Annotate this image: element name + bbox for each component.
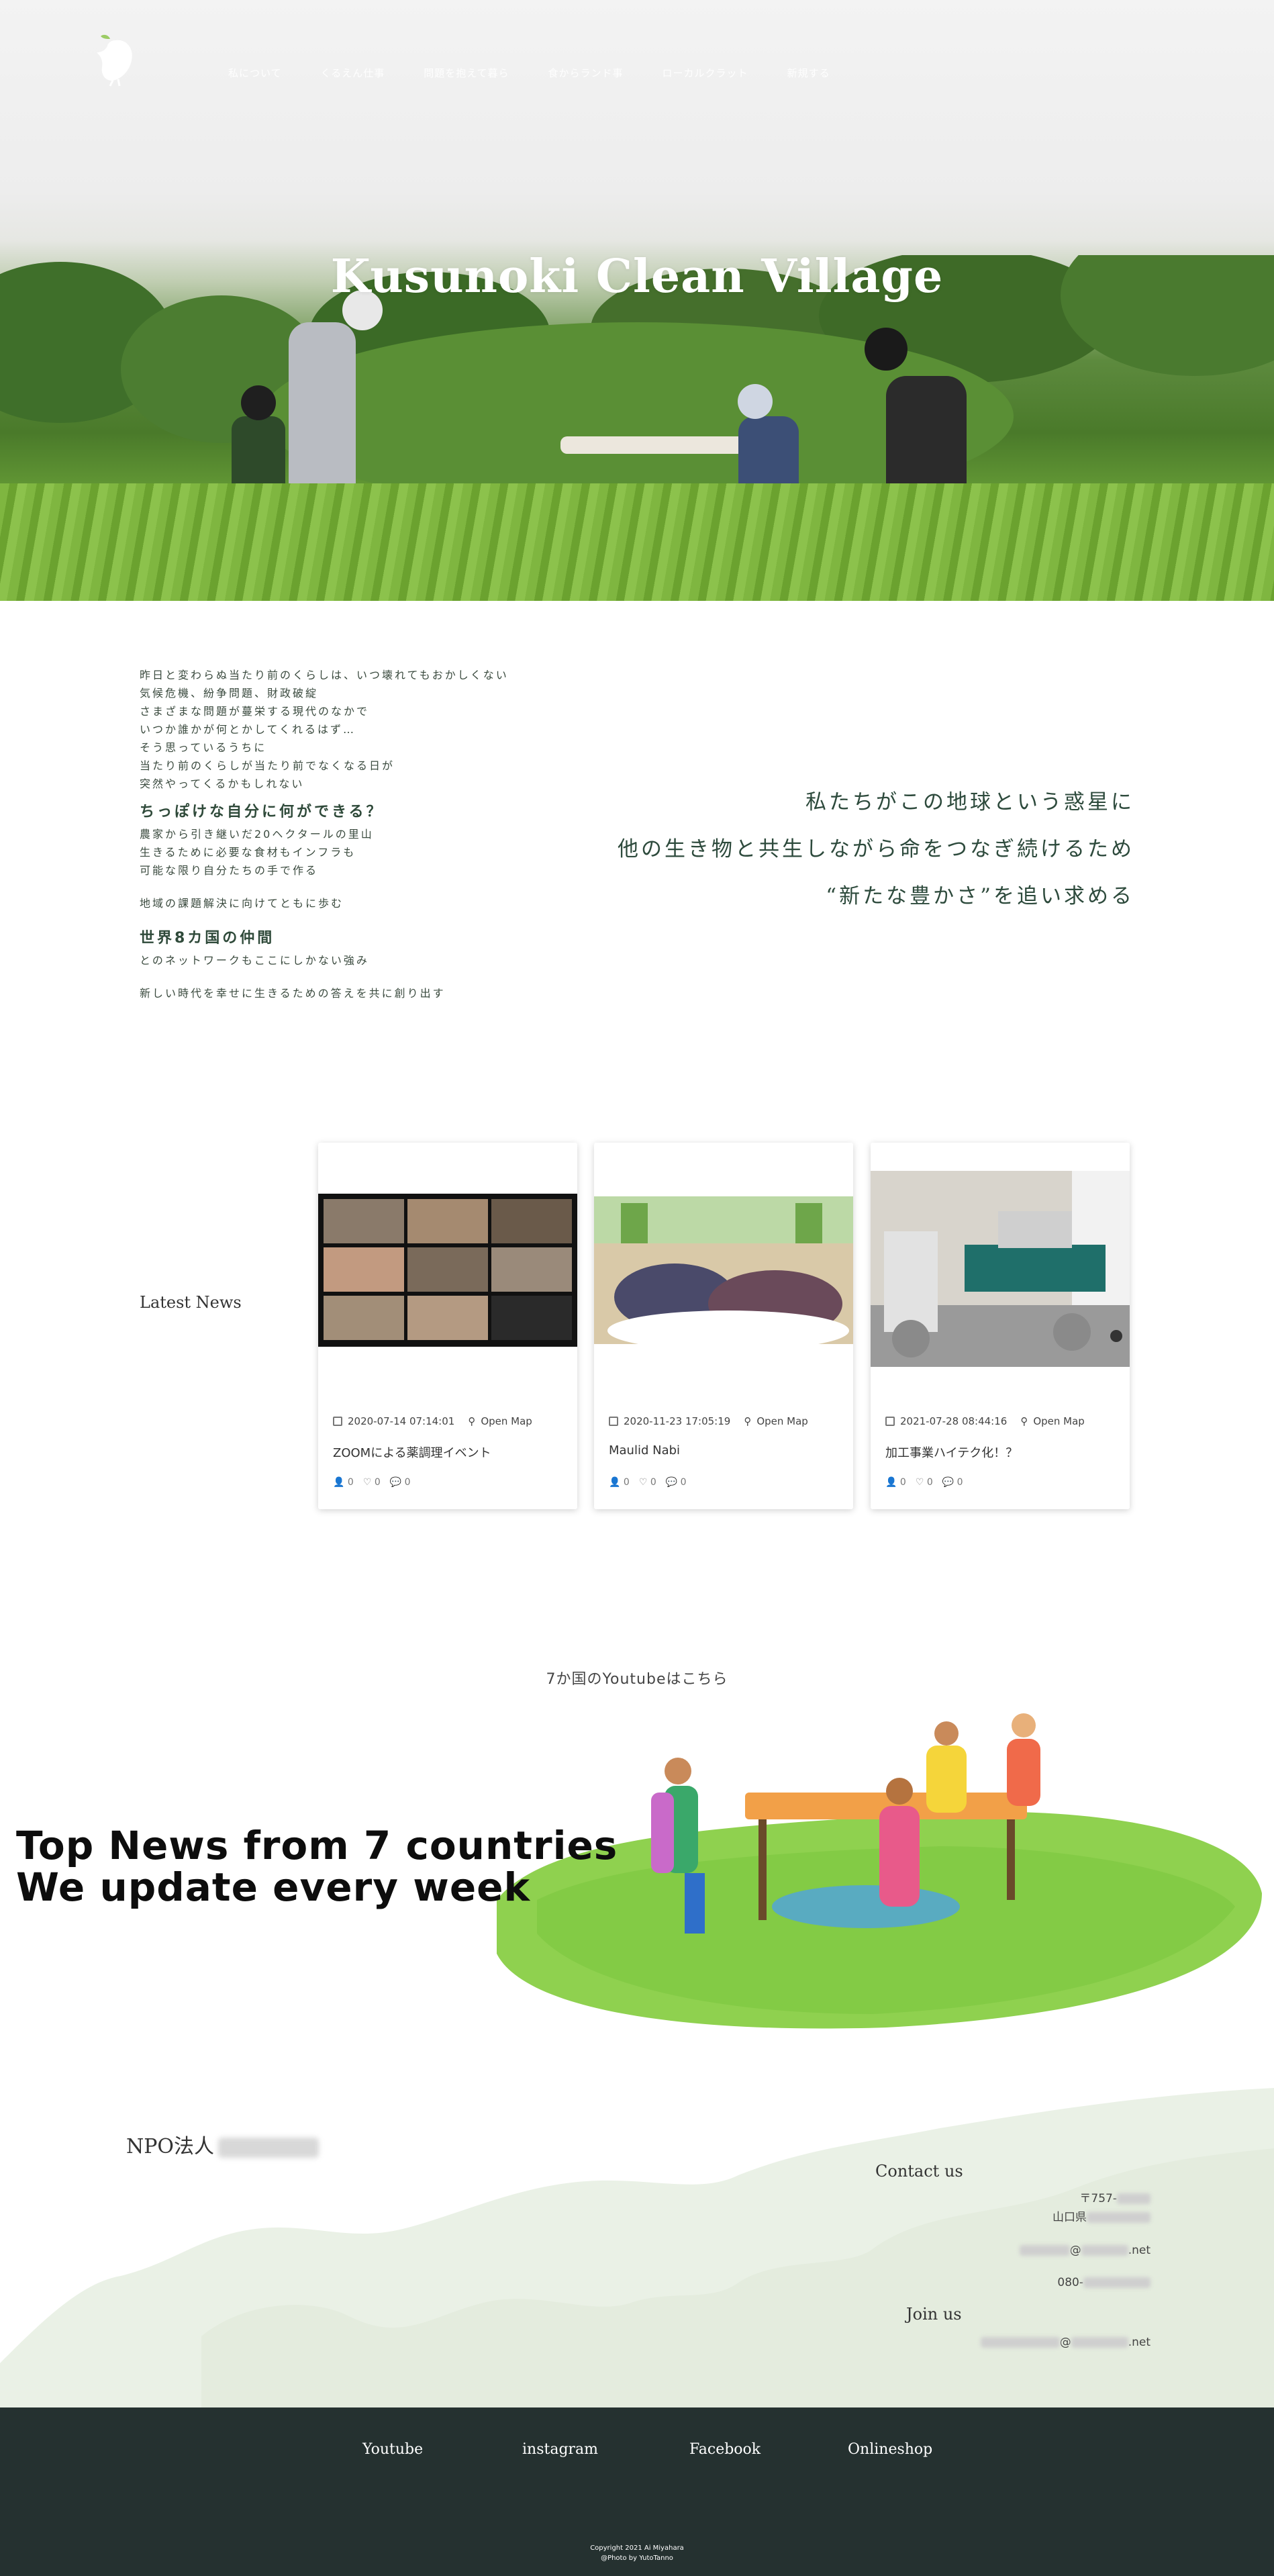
footer: Youtube instagram Facebook Onlineshop Co… <box>0 2407 1274 2576</box>
news-card-image[interactable] <box>594 1196 853 1344</box>
intro-line: 農家から引き継いだ20ヘクタールの里山 <box>140 828 374 841</box>
news-card-title[interactable]: Maulid Nabi <box>609 1443 680 1458</box>
intro-heading: 世界8カ国の仲間 <box>140 930 275 947</box>
hearts-count[interactable]: ♡ 0 <box>916 1477 933 1488</box>
news-card[interactable]: 2020-11-23 17:05:19 ⚲ Open Map Maulid Na… <box>594 1143 853 1509</box>
nav-item-work[interactable]: くるえん仕事 <box>321 66 385 80</box>
intro-line: そう思っているうちに <box>140 741 267 754</box>
news-card-counts: 👤 0 ♡ 0 💬 0 <box>609 1477 687 1488</box>
intro-heading: ちっぽけな自分に何ができる？ <box>140 804 384 820</box>
map-pin-icon: ⚲ <box>1020 1415 1028 1427</box>
calendar-icon <box>333 1417 342 1426</box>
intro-line: いつか誰かが何とかしてくれるはず… <box>140 723 356 736</box>
intro-line: 当たり前のくらしが当たり前でなくなる日が <box>140 759 395 772</box>
news-card-date: 2020-07-14 07:14:01 <box>348 1415 455 1427</box>
map-pin-icon: ⚲ <box>744 1415 752 1427</box>
copyright-text: Copyright 2021 Ai Miyahara <box>590 2544 684 2552</box>
calendar-icon <box>885 1417 895 1426</box>
news-card-meta: 2020-11-23 17:05:19 ⚲ Open Map <box>609 1415 808 1427</box>
footer-link-instagram[interactable]: instagram <box>522 2441 598 2458</box>
hero-title: Kusunoki Clean Village <box>330 250 944 303</box>
hearts-count[interactable]: ♡ 0 <box>363 1477 381 1488</box>
map-pin-icon: ⚲ <box>468 1415 476 1427</box>
intro-line: 地域の課題解決に向けてともに歩む <box>140 897 344 910</box>
nav-item-issues[interactable]: 問題を抱えて暮ら <box>424 66 509 80</box>
footer-link-youtube[interactable]: Youtube <box>362 2441 423 2458</box>
news-card-meta: 2020-07-14 07:14:01 ⚲ Open Map <box>333 1415 532 1427</box>
main-nav: 私について くるえん仕事 問題を抱えて暮ら 食からランド事 ローカルクラット 新… <box>228 66 869 80</box>
intro-line: とのネットワークもここにしかない強み <box>140 954 369 967</box>
open-map-link[interactable]: Open Map <box>481 1415 532 1427</box>
photo-credit: @Photo by YutoTanno <box>601 2555 673 2562</box>
news-card-counts: 👤 0 ♡ 0 💬 0 <box>885 1477 963 1488</box>
intro-line: 気候危機、紛争問題、財政破綻 <box>140 687 319 700</box>
bird-logo-icon[interactable] <box>94 32 138 87</box>
news-card-title[interactable]: 加工事業ハイテク化！？ <box>885 1443 1018 1461</box>
contact-email[interactable]: @ .net <box>1019 2243 1150 2258</box>
news-card-image[interactable] <box>318 1194 577 1347</box>
headline-line: Top News from 7 countries <box>16 1823 618 1868</box>
headline-line: We update every week <box>16 1864 531 1910</box>
mission-line: 他の生き物と共生しながら命をつなぎ続けるため <box>618 837 1134 861</box>
news-card-image[interactable] <box>871 1171 1130 1367</box>
news-card-counts: 👤 0 ♡ 0 💬 0 <box>333 1477 411 1488</box>
intro-line: さまざまな問題が蔓栄する現代のなかで <box>140 705 370 718</box>
contact-us-heading: Contact us <box>875 2162 963 2181</box>
news-card[interactable]: 2020-07-14 07:14:01 ⚲ Open Map ZOOMによる薬調… <box>318 1143 577 1509</box>
organization-name: NPO法人 <box>126 2130 320 2159</box>
intro-line: 可能な限り自分たちの手で作る <box>140 864 319 877</box>
latest-news-heading: Latest News <box>140 1293 242 1312</box>
news-card[interactable]: 2021-07-28 08:44:16 ⚲ Open Map 加工事業ハイテク化… <box>871 1143 1130 1509</box>
intro-line: 昨日と変わらぬ当たり前のくらしは、いつ壊れてもおかしくない <box>140 669 509 681</box>
footer-link-facebook[interactable]: Facebook <box>689 2441 761 2458</box>
footer-link-onlineshop[interactable]: Onlineshop <box>848 2441 932 2458</box>
youtube-section-label[interactable]: 7か国のYoutubeはこちら <box>0 1667 1274 1688</box>
nav-item-new[interactable]: 新規する <box>787 66 830 80</box>
comments-count[interactable]: 💬 0 <box>666 1477 687 1488</box>
intro-line: 新しい時代を幸せに生きるための答えを共に創り出す <box>140 987 446 1000</box>
open-map-link[interactable]: Open Map <box>1033 1415 1085 1427</box>
hearts-count[interactable]: ♡ 0 <box>639 1477 656 1488</box>
likes-count[interactable]: 👤 0 <box>885 1477 906 1488</box>
hero-tea-field <box>0 483 1274 601</box>
join-email[interactable]: @ .net <box>980 2335 1150 2350</box>
open-map-link[interactable]: Open Map <box>756 1415 808 1427</box>
youtube-banner-headline[interactable]: Top News from 7 countries We update ever… <box>16 1825 618 1908</box>
news-card-title[interactable]: ZOOMによる薬調理イベント <box>333 1443 491 1461</box>
contact-phone[interactable]: 080- <box>1057 2275 1150 2290</box>
mission-line: 私たちがこの地球という惑星に <box>805 790 1134 814</box>
likes-count[interactable]: 👤 0 <box>333 1477 354 1488</box>
comments-count[interactable]: 💬 0 <box>390 1477 411 1488</box>
intro-line: 突然やってくるかもしれない <box>140 777 305 790</box>
calendar-icon <box>609 1417 618 1426</box>
news-card-meta: 2021-07-28 08:44:16 ⚲ Open Map <box>885 1415 1085 1427</box>
postal-code: 〒757- <box>1079 2191 1150 2206</box>
likes-count[interactable]: 👤 0 <box>609 1477 630 1488</box>
nav-item-about[interactable]: 私について <box>228 66 282 80</box>
address-line: 山口県 <box>1052 2210 1150 2225</box>
intro-line: 生きるために必要な食材もインフラも <box>140 846 356 859</box>
hero-section: 私について くるえん仕事 問題を抱えて暮ら 食からランド事 ローカルクラット 新… <box>0 0 1274 601</box>
mission-line: “新たな豊かさ”を追い求める <box>826 884 1134 908</box>
page: 私について くるえん仕事 問題を抱えて暮ら 食からランド事 ローカルクラット 新… <box>0 0 1274 2576</box>
news-card-date: 2020-11-23 17:05:19 <box>624 1415 731 1427</box>
intro-text-right: 私たちがこの地球という惑星に 他の生き物と共生しながら命をつなぎ続けるため “新… <box>618 779 1134 920</box>
news-card-date: 2021-07-28 08:44:16 <box>900 1415 1008 1427</box>
nav-item-food[interactable]: 食からランド事 <box>548 66 624 80</box>
nav-item-local[interactable]: ローカルクラット <box>663 66 748 80</box>
join-us-heading: Join us <box>906 2305 962 2324</box>
intro-text-left: 昨日と変わらぬ当たり前のくらしは、いつ壊れてもおかしくない 気候危機、紛争問題、… <box>140 666 609 1002</box>
comments-count[interactable]: 💬 0 <box>942 1477 963 1488</box>
